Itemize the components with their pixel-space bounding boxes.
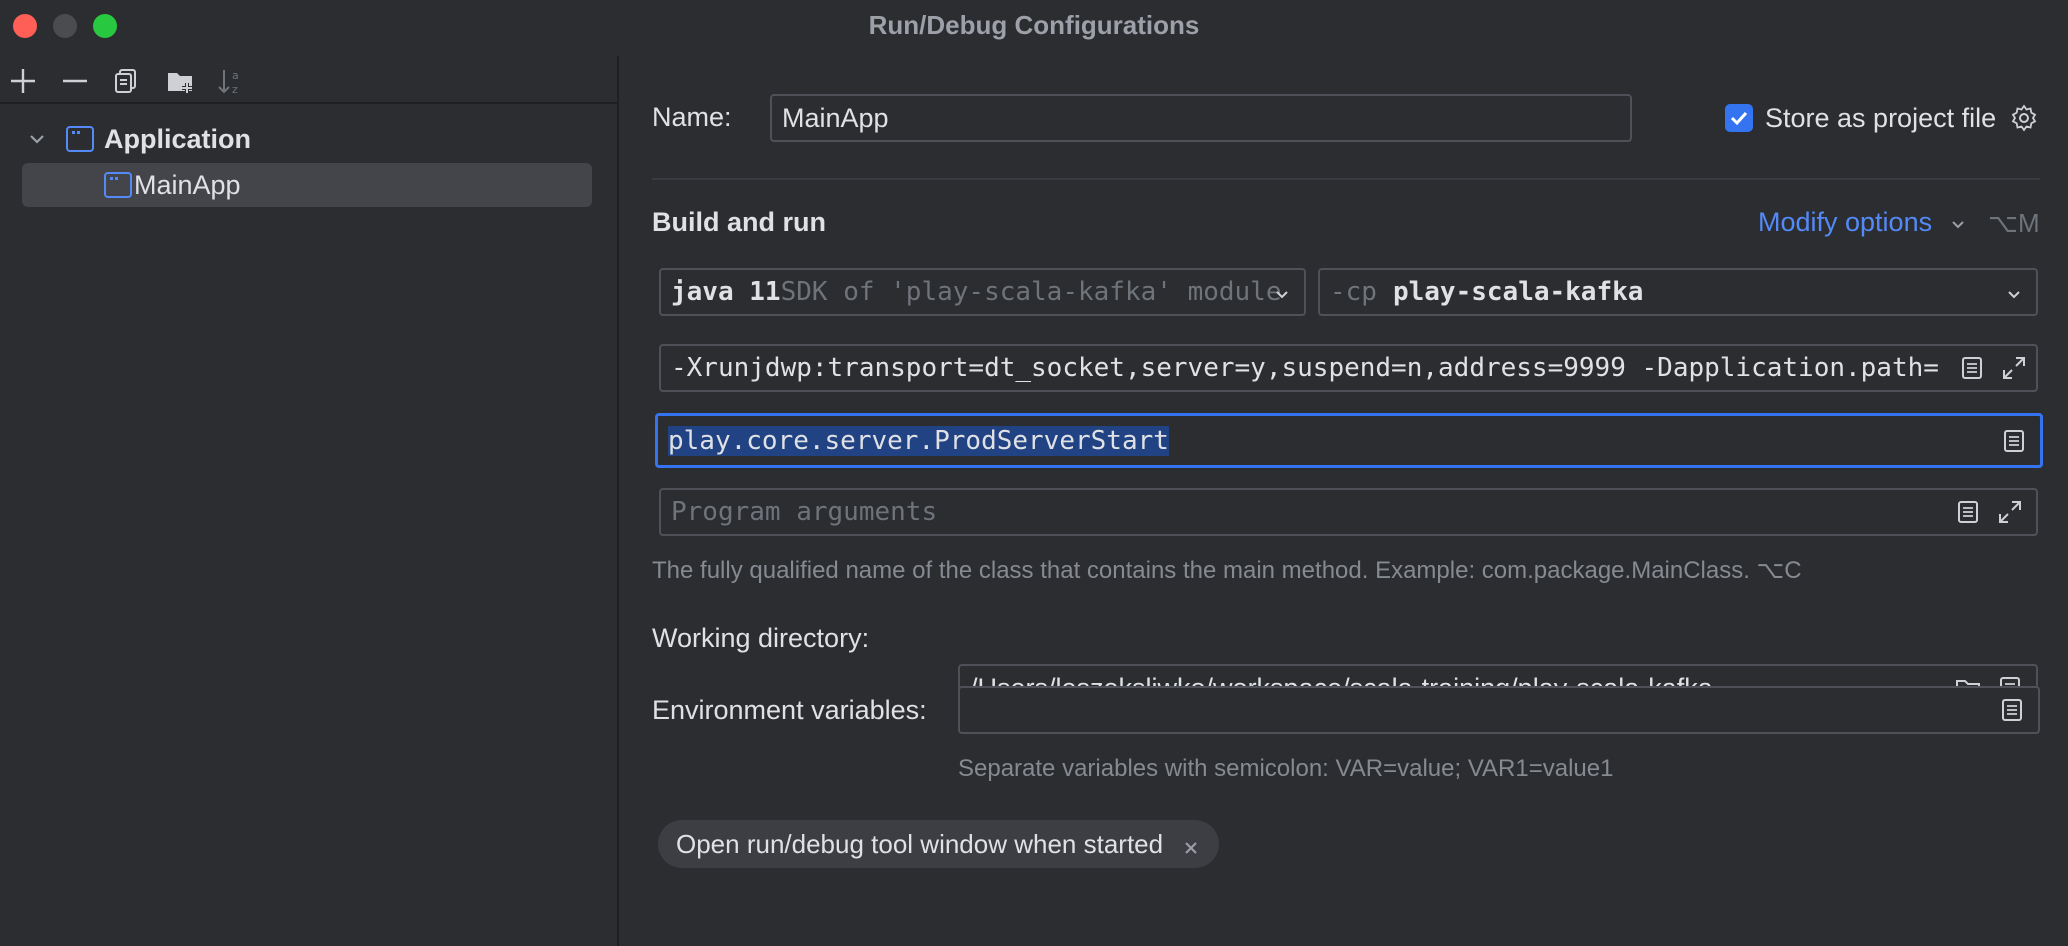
- insert-macro-icon[interactable]: [1958, 354, 1986, 382]
- working-directory-label: Working directory:: [652, 623, 870, 653]
- new-folder-icon[interactable]: [165, 66, 195, 96]
- open-tool-window-chip[interactable]: Open run/debug tool window when started: [658, 820, 1220, 868]
- main-class-hint: The fully qualified name of the class th…: [652, 557, 1802, 584]
- environment-variables-hint: Separate variables with semicolon: VAR=v…: [958, 755, 1614, 782]
- svg-text:a: a: [232, 69, 239, 82]
- store-as-project-label: Store as project file: [1765, 103, 1997, 133]
- close-icon[interactable]: [1181, 834, 1201, 854]
- classpath-prefix: -cp: [1330, 277, 1377, 307]
- name-label: Name:: [652, 102, 732, 132]
- chevron-down-icon: [2008, 291, 2020, 299]
- main-class-input[interactable]: play.core.server.ProdServerStart: [655, 413, 2043, 468]
- program-arguments-input[interactable]: Program arguments: [659, 488, 2038, 536]
- remove-icon[interactable]: [60, 66, 90, 96]
- copy-icon[interactable]: [112, 66, 142, 96]
- configuration-form: Name: MainApp Store as project file Buil…: [619, 50, 2068, 946]
- modify-options-shortcut: ⌥M: [1988, 208, 2040, 238]
- application-icon: [66, 126, 94, 152]
- title-bar: Run/Debug Configurations: [0, 0, 2068, 50]
- chevron-down-icon: [1276, 291, 1288, 299]
- open-tool-window-label: Open run/debug tool window when started: [676, 828, 1164, 859]
- vm-options-value: -Xrunjdwp:transport=dt_socket,server=y,s…: [671, 353, 1939, 383]
- chevron-down-icon: [1951, 221, 1964, 229]
- expand-icon[interactable]: [1996, 498, 2024, 526]
- name-input[interactable]: MainApp: [770, 94, 1632, 142]
- section-title: Build and run: [652, 207, 826, 237]
- tree-item-label: MainApp: [134, 169, 241, 200]
- program-arguments-placeholder: Program arguments: [671, 497, 938, 527]
- vm-options-input[interactable]: -Xrunjdwp:transport=dt_socket,server=y,s…: [659, 344, 2038, 392]
- sort-icon[interactable]: az: [216, 66, 246, 96]
- expand-icon[interactable]: [2000, 354, 2028, 382]
- modify-options-link[interactable]: Modify options: [1758, 207, 1968, 238]
- separator: [652, 178, 2040, 180]
- tree-group-label: Application: [104, 123, 251, 154]
- environment-variables-label: Environment variables:: [652, 695, 927, 725]
- classpath-module: play-scala-kafka: [1392, 277, 1644, 307]
- add-icon[interactable]: [8, 66, 38, 96]
- chevron-down-icon[interactable]: [22, 124, 52, 154]
- jdk-module: SDK of 'play-scala-kafka' module: [780, 277, 1282, 307]
- modify-options-label: Modify options: [1758, 207, 1933, 237]
- main-class-value: play.core.server.ProdServerStart: [668, 425, 1169, 456]
- insert-macro-icon[interactable]: [1998, 696, 2026, 724]
- classpath-select[interactable]: -cp play-scala-kafka: [1318, 268, 2038, 316]
- svg-text:z: z: [232, 83, 238, 96]
- insert-macro-icon[interactable]: [2000, 427, 2028, 455]
- configurations-panel: az Application MainApp: [0, 50, 617, 946]
- environment-variables-input[interactable]: [958, 686, 2040, 734]
- configurations-toolbar: az: [0, 50, 617, 104]
- tree-item-mainapp[interactable]: MainApp: [22, 163, 592, 207]
- insert-macro-icon[interactable]: [1954, 498, 1982, 526]
- window-title: Run/Debug Configurations: [868, 10, 1200, 40]
- name-input-value: MainApp: [782, 102, 889, 133]
- tree-group-application[interactable]: Application: [22, 117, 592, 161]
- gear-icon[interactable]: [2010, 104, 2038, 132]
- store-as-project-checkbox[interactable]: [1725, 104, 1753, 132]
- jdk-version: java 11: [671, 277, 781, 307]
- jdk-select[interactable]: java 11 SDK of 'play-scala-kafka' module: [659, 268, 1306, 316]
- application-icon: [104, 172, 132, 198]
